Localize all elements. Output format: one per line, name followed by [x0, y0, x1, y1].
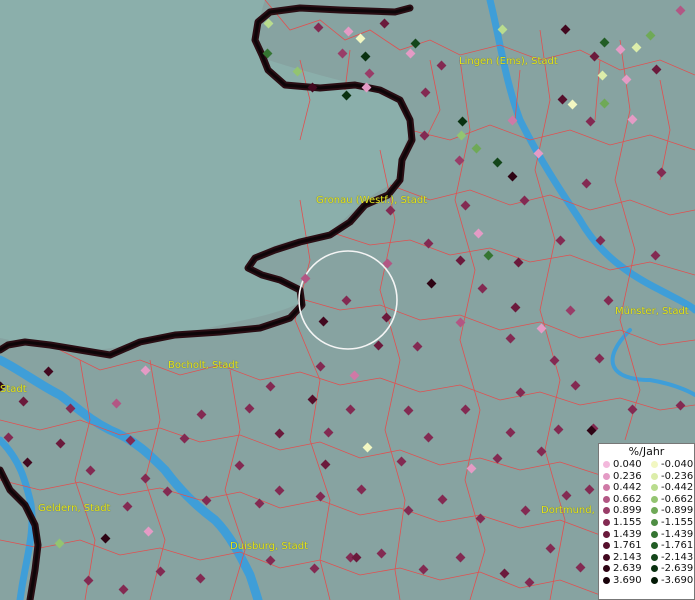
- legend-value-negative: -3.690: [661, 574, 694, 586]
- legend-swatch-positive: [603, 542, 610, 550]
- legend-value-negative: -2.143: [661, 551, 694, 563]
- legend-value-positive: 1.155: [613, 516, 642, 528]
- legend-swatch-negative: [651, 472, 658, 480]
- legend-swatch-positive: [603, 518, 610, 526]
- legend-swatch-positive: [603, 576, 610, 584]
- legend-row: 3.690 -3.690: [599, 575, 694, 587]
- legend-swatch-positive: [603, 495, 610, 503]
- legend-swatch-positive: [603, 484, 610, 492]
- legend-row: 0.442 -0.442: [599, 482, 694, 494]
- city-label-stadt-west: Stadt: [0, 384, 27, 395]
- legend-value-negative: -0.442: [661, 482, 694, 494]
- legend-value-positive: 0.040: [613, 459, 642, 470]
- city-label-duisburg: Duisburg, Stadt: [230, 541, 309, 552]
- legend-row: 0.040 -0.040: [599, 459, 694, 471]
- legend-value-positive: 0.662: [613, 493, 642, 505]
- legend-swatch-negative: [651, 495, 658, 503]
- city-label-geldern: Geldern, Stadt: [38, 503, 111, 514]
- legend-swatch-positive: [603, 565, 610, 573]
- legend-value-positive: 2.143: [613, 551, 642, 563]
- legend-value-negative: -0.899: [661, 505, 694, 517]
- legend-value-positive: 2.639: [613, 563, 642, 575]
- legend-row: 0.662 -0.662: [599, 494, 694, 506]
- legend-swatch-negative: [651, 553, 658, 561]
- legend-swatch-negative: [651, 530, 658, 538]
- city-label-bocholt: Bocholt, Stadt: [168, 360, 239, 371]
- legend-value-positive: 0.442: [613, 482, 642, 494]
- legend-row: 0.899 -0.899: [599, 505, 694, 517]
- legend-value-negative: -1.439: [661, 528, 694, 540]
- city-label-muenster: Münster, Stadt: [615, 306, 689, 317]
- legend-value-positive: 0.899: [613, 505, 642, 517]
- legend-value-positive: 0.236: [613, 470, 642, 482]
- legend-row: 1.761 -1.761: [599, 540, 694, 552]
- legend-row: 0.236 -0.236: [599, 471, 694, 483]
- legend: %/Jahr 0.040 -0.040 0.236 -0.236 0.442 -0.442…: [598, 443, 695, 600]
- legend-swatch-positive: [603, 530, 610, 538]
- legend-row: 2.143 -2.143: [599, 552, 694, 564]
- legend-swatch-negative: [651, 461, 658, 468]
- legend-value-negative: -1.155: [661, 516, 694, 528]
- legend-swatch-positive: [603, 553, 610, 561]
- legend-value-negative: -0.236: [661, 470, 694, 482]
- map-canvas[interactable]: Lingen (Ems), Stadt Gronau (Westf.), Sta…: [0, 0, 695, 600]
- legend-value-positive: 3.690: [613, 574, 642, 586]
- legend-swatch-negative: [651, 576, 658, 584]
- legend-swatch-negative: [651, 542, 658, 550]
- legend-swatch-positive: [603, 472, 610, 480]
- legend-value-negative: -2.639: [661, 563, 694, 575]
- legend-value-positive: 1.439: [613, 528, 642, 540]
- city-label-dortmund: Dortmund, S: [541, 505, 605, 516]
- legend-swatch-negative: [651, 484, 658, 492]
- legend-row: 1.155 -1.155: [599, 517, 694, 529]
- legend-swatch-negative: [651, 565, 658, 573]
- legend-swatch-positive: [603, 507, 610, 515]
- legend-row: 2.639 -2.639: [599, 563, 694, 575]
- legend-value-negative: -0.662: [661, 493, 694, 505]
- legend-value-negative: -0.040: [661, 459, 694, 470]
- legend-value-negative: -1.761: [661, 540, 694, 552]
- legend-swatch-positive: [603, 461, 610, 468]
- legend-swatch-negative: [651, 518, 658, 526]
- city-label-gronau: Gronau (Westf.), Stadt: [316, 195, 428, 206]
- city-label-lingen: Lingen (Ems), Stadt: [459, 56, 558, 67]
- legend-title: %/Jahr: [628, 445, 665, 458]
- legend-value-positive: 1.761: [613, 540, 642, 552]
- legend-swatch-negative: [651, 507, 658, 515]
- legend-rows: 0.040 -0.040 0.236 -0.236 0.442 -0.442 0.662 -0…: [599, 459, 694, 587]
- legend-row: 1.439 -1.439: [599, 529, 694, 541]
